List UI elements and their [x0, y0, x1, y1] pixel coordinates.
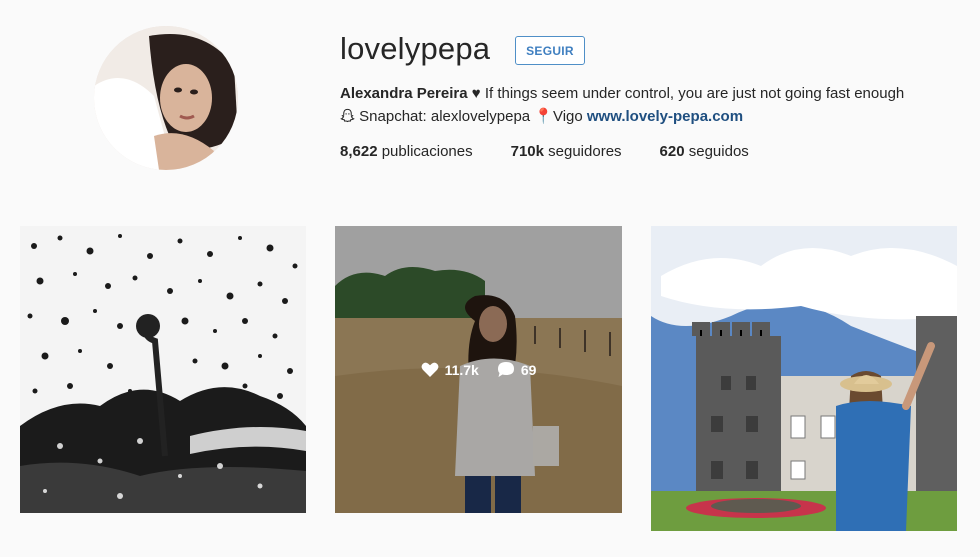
likes-count-item: 11.7k [421, 362, 479, 378]
posts-count: 8,622 [340, 143, 378, 160]
likes-count: 11.7k [444, 361, 479, 378]
profile-username: lovelypepa [340, 31, 491, 66]
heart-icon [421, 362, 439, 377]
bio-snapchat-text: Snapchat: alexlovelypepa 📍Vigo [355, 108, 587, 125]
profile-avatar[interactable] [94, 26, 238, 170]
followers-count: 710k [510, 143, 544, 160]
profile-bio: Alexandra Pereira ♥ If things seem under… [340, 82, 960, 130]
post-thumbnail-1[interactable] [20, 226, 306, 513]
post-hover-overlay: 11.7k 69 [335, 226, 622, 513]
bio-text: ♥ If things seem under control, you are … [471, 85, 905, 102]
follow-button[interactable]: SEGUIR [515, 36, 585, 65]
snapchat-ghost-icon [340, 107, 355, 130]
followers-label: seguidores [543, 143, 622, 160]
post-thumbnail-2[interactable]: 11.7k 69 [335, 226, 622, 513]
rain-window-photo [20, 226, 306, 513]
profile-full-name: Alexandra Pereira [340, 85, 468, 102]
profile-stats: 8,622 publicaciones 710k seguidores 620 … [340, 143, 787, 160]
profile-website-link[interactable]: www.lovely-pepa.com [587, 108, 743, 125]
comments-count: 69 [520, 361, 537, 378]
profile-page: lovelypepa SEGUIR Alexandra Pereira ♥ If… [0, 0, 980, 557]
post-thumbnail-3[interactable] [651, 226, 957, 531]
bio-line-2: Snapchat: alexlovelypepa 📍Vigo www.lovel… [340, 105, 960, 130]
posts-label: publicaciones [377, 143, 473, 160]
bio-line-1: Alexandra Pereira ♥ If things seem under… [340, 82, 960, 105]
followers-stat[interactable]: 710k seguidores [511, 143, 622, 160]
following-stat[interactable]: 620 seguidos [660, 143, 749, 160]
following-label: seguidos [684, 143, 749, 160]
comments-count-item: 69 [497, 361, 537, 378]
avatar-image [94, 26, 238, 170]
posts-stat: 8,622 publicaciones [340, 143, 473, 160]
castle-photo [651, 226, 957, 531]
following-count: 620 [659, 143, 685, 160]
comment-bubble-icon [497, 362, 514, 377]
